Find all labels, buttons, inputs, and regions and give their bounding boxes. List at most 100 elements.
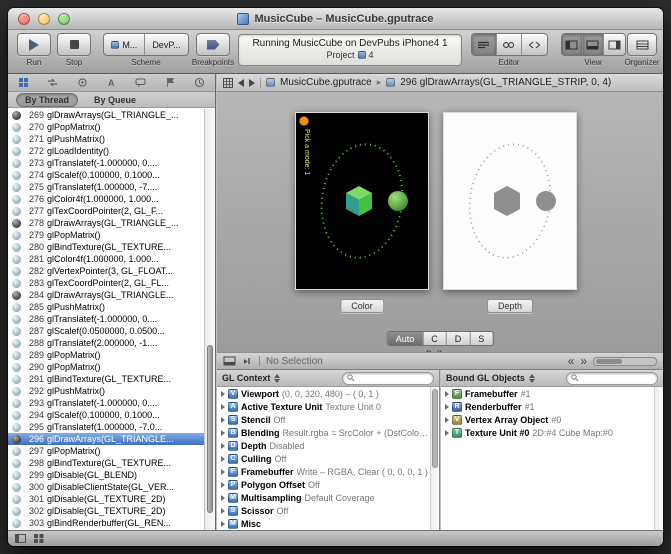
- bound-objects-search-input[interactable]: [566, 372, 658, 385]
- gl-context-title[interactable]: GL Context: [222, 373, 270, 383]
- breadcrumb-file[interactable]: MusicCube.gputrace: [280, 77, 372, 88]
- color-buffer-preview[interactable]: Pick a mode: 1: [295, 112, 429, 290]
- depth-buffer-preview[interactable]: [443, 112, 577, 290]
- inspector-row[interactable]: SScissorOff: [217, 504, 439, 517]
- call-row[interactable]: 299glDisable(GL_BLEND): [8, 469, 215, 481]
- call-row[interactable]: 282glVertexPointer(3, GL_FLOAT...: [8, 265, 215, 277]
- disclosure-triangle-icon[interactable]: [221, 391, 225, 397]
- inspector-row[interactable]: FFramebufferWrite – RGBA, Clear ( 0, 0, …: [217, 465, 439, 478]
- disclosure-triangle-icon[interactable]: [221, 404, 225, 410]
- inspector-row[interactable]: VViewport(0, 0, 320, 480) – ( 0, 1 ): [217, 387, 439, 400]
- toggle-debug-area-button[interactable]: [583, 34, 604, 55]
- inspector-row[interactable]: MMultisamplingDefault Coverage: [217, 491, 439, 504]
- tab-by-thread[interactable]: By Thread: [16, 93, 78, 107]
- segment-depth[interactable]: D: [447, 332, 471, 345]
- disclosure-triangle-icon[interactable]: [221, 443, 225, 449]
- call-row[interactable]: 297glPopMatrix(): [8, 445, 215, 457]
- call-row[interactable]: 289glPopMatrix(): [8, 349, 215, 361]
- hide-debug-area-icon[interactable]: [223, 356, 236, 366]
- call-row[interactable]: 300glDisableClientState(GL_VER...: [8, 481, 215, 493]
- call-row[interactable]: 273glTranslatef(-1.000000, 0....: [8, 157, 215, 169]
- assistant-editor-button[interactable]: [497, 34, 522, 55]
- inspector-row[interactable]: BBlendingResult.rgba = SrcColor + (DstCo…: [217, 426, 439, 439]
- segment-color[interactable]: C: [423, 332, 447, 345]
- inspector-row[interactable]: FFramebuffer#1: [441, 387, 663, 400]
- title-bar[interactable]: MusicCube – MusicCube.gputrace: [8, 8, 663, 30]
- call-row[interactable]: 276glColor4f(1.000000, 1.000...: [8, 193, 215, 205]
- stop-button[interactable]: [57, 33, 91, 56]
- disclosure-triangle-icon[interactable]: [445, 404, 449, 410]
- call-row[interactable]: 302glDisable(GL_TEXTURE_2D): [8, 505, 215, 517]
- navigator-icon-6[interactable]: [165, 77, 176, 88]
- call-row[interactable]: 281glColor4f(1.000000, 1.000...: [8, 253, 215, 265]
- popup-arrows-icon[interactable]: [274, 374, 280, 383]
- disclosure-triangle-icon[interactable]: [221, 521, 225, 527]
- call-row[interactable]: 269glDrawArrays(GL_TRIANGLE_...: [8, 109, 215, 121]
- tab-by-queue[interactable]: By Queue: [86, 94, 144, 106]
- call-row[interactable]: 278glDrawArrays(GL_TRIANGLE_...: [8, 217, 215, 229]
- standard-editor-button[interactable]: [472, 34, 497, 55]
- call-row[interactable]: 286glTranslatef(-1.000000, 0....: [8, 313, 215, 325]
- inspector-row[interactable]: CCullingOff: [217, 452, 439, 465]
- navigator-icon-4[interactable]: A: [106, 77, 117, 88]
- inspector-row[interactable]: SStencilOff: [217, 413, 439, 426]
- disclosure-triangle-icon[interactable]: [445, 417, 449, 423]
- call-row[interactable]: 274glScalef(0.100000, 0.1000...: [8, 169, 215, 181]
- call-row[interactable]: 270glPopMatrix(): [8, 121, 215, 133]
- segment-auto[interactable]: Auto: [388, 332, 424, 345]
- call-row[interactable]: 272glLoadIdentity(): [8, 145, 215, 157]
- organizer-button[interactable]: [627, 33, 657, 56]
- inspector-row[interactable]: RRenderbuffer#1: [441, 400, 663, 413]
- call-row[interactable]: 284glDrawArrays(GL_TRIANGLE...: [8, 289, 215, 301]
- inspector-row[interactable]: AActive Texture UnitTexture Unit 0: [217, 400, 439, 413]
- debugbar-scrollbar-thumb[interactable]: [596, 359, 622, 364]
- collapse-left-pane-icon[interactable]: «: [568, 355, 575, 367]
- call-row[interactable]: 285glPushMatrix(): [8, 301, 215, 313]
- call-row[interactable]: 291glBindTexture(GL_TEXTURE...: [8, 373, 215, 385]
- call-row[interactable]: 279glPopMatrix(): [8, 229, 215, 241]
- disclosure-triangle-icon[interactable]: [221, 417, 225, 423]
- navigator-scrollbar[interactable]: [204, 109, 215, 530]
- call-row[interactable]: 294glScalef(0.100000, 0.1000...: [8, 409, 215, 421]
- inspector-row[interactable]: DDepthDisabled: [217, 439, 439, 452]
- disclosure-triangle-icon[interactable]: [221, 456, 225, 462]
- related-items-icon[interactable]: [223, 78, 233, 88]
- segment-stencil[interactable]: S: [470, 332, 492, 345]
- call-row[interactable]: 283glTexCoordPointer(2, GL_FL...: [8, 277, 215, 289]
- toggle-navigator-button[interactable]: [562, 34, 583, 55]
- disclosure-triangle-icon[interactable]: [221, 508, 225, 514]
- disclosure-triangle-icon[interactable]: [221, 469, 225, 475]
- inspector-row[interactable]: MMisc: [217, 517, 439, 530]
- toggle-navigator-small-icon[interactable]: [15, 534, 26, 543]
- call-row[interactable]: 280glBindTexture(GL_TEXTURE...: [8, 241, 215, 253]
- disclosure-triangle-icon[interactable]: [221, 482, 225, 488]
- call-row[interactable]: 275glTranslatef(1.000000, -7....: [8, 181, 215, 193]
- toggle-utilities-button[interactable]: [604, 34, 625, 55]
- debugbar-scrollbar[interactable]: [593, 357, 657, 366]
- inspector-row[interactable]: PPolygon OffsetOff: [217, 478, 439, 491]
- call-row[interactable]: 293glTranslatef(-1.000000, 0....: [8, 397, 215, 409]
- call-row[interactable]: 298glBindTexture(GL_TEXTURE...: [8, 457, 215, 469]
- version-editor-button[interactable]: [522, 34, 547, 55]
- call-row[interactable]: 290glPopMatrix(): [8, 361, 215, 373]
- disclosure-triangle-icon[interactable]: [221, 495, 225, 501]
- gl-context-search-input[interactable]: [342, 372, 434, 385]
- collapse-right-pane-icon[interactable]: »: [580, 355, 587, 367]
- navigator-icon-3[interactable]: [77, 77, 88, 88]
- inspector-row[interactable]: VVertex Array Object#0: [441, 413, 663, 426]
- breakpoints-button[interactable]: [196, 33, 230, 56]
- grid-view-icon[interactable]: [34, 534, 44, 543]
- scheme-target-segment[interactable]: M...: [104, 34, 145, 55]
- navigator-icon-5[interactable]: [135, 77, 146, 88]
- scrollbar-thumb[interactable]: [207, 345, 213, 513]
- call-row[interactable]: 296glDrawArrays(GL_TRIANGLE...: [8, 433, 215, 445]
- bound-objects-scrollbar[interactable]: [654, 387, 663, 530]
- call-row[interactable]: 292glPushMatrix(): [8, 385, 215, 397]
- navigator-icon-7[interactable]: [194, 77, 205, 88]
- disclosure-triangle-icon[interactable]: [221, 430, 225, 436]
- zoom-button[interactable]: [58, 13, 70, 25]
- step-control-icon[interactable]: [242, 356, 253, 366]
- close-button[interactable]: [18, 13, 30, 25]
- gl-context-scrollbar[interactable]: [430, 387, 439, 530]
- breadcrumb-selection[interactable]: 296 glDrawArrays(GL_TRIANGLE_STRIP, 0, 4…: [400, 77, 611, 88]
